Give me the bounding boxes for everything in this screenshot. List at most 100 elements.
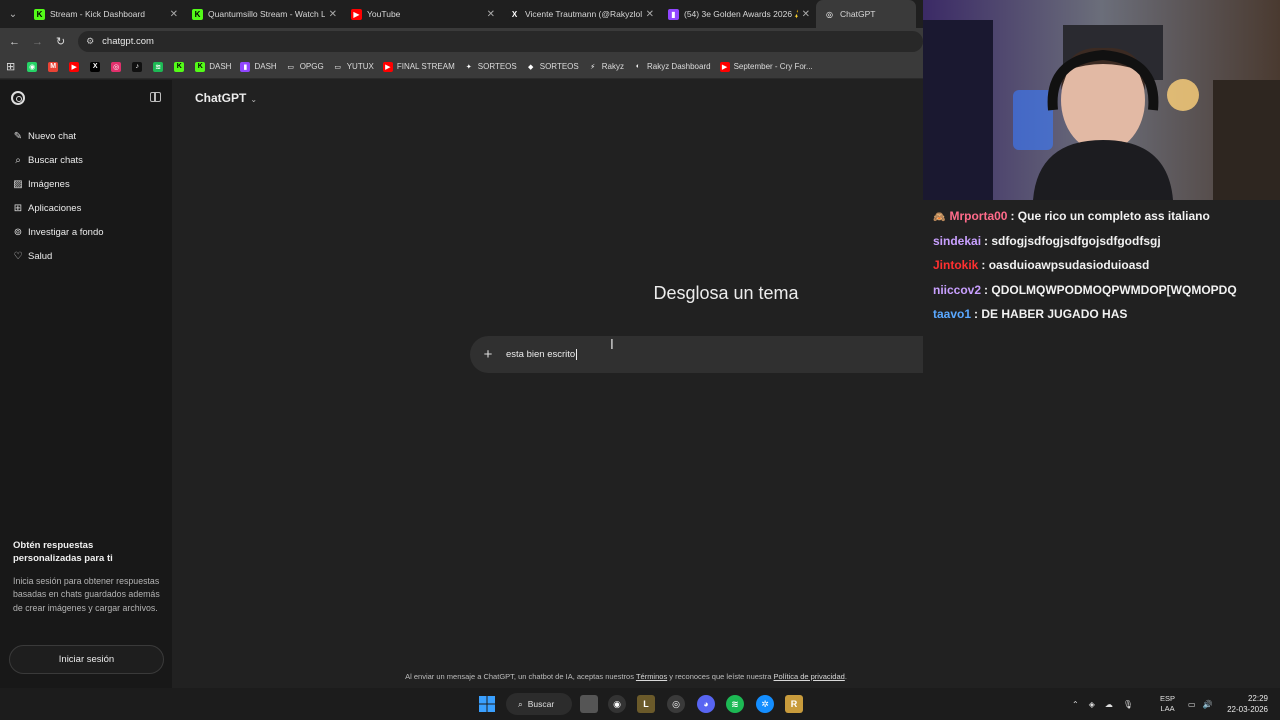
instagram-icon: ◎ (111, 61, 122, 72)
disclaimer-mid: y reconoces que leíste nuestra (667, 672, 774, 681)
browser-tab[interactable]: K Quantumsillo Stream - Watch L ✕ (184, 0, 343, 28)
twitch-icon: ▮ (240, 61, 251, 72)
discord-icon[interactable]: ◕ (697, 695, 715, 713)
reload-icon[interactable]: ↻ (49, 35, 72, 48)
sidebar-item[interactable]: ▨ Imágenes (0, 172, 172, 196)
tab-title: YouTube (367, 9, 401, 19)
close-tab-icon[interactable]: ✕ (170, 9, 178, 20)
network-icon[interactable]: ▭ (1188, 700, 1196, 709)
webcam-overlay (923, 0, 1280, 200)
site-info-icon[interactable]: ⚙ (86, 36, 94, 47)
tray-chevron-up-icon[interactable]: ⌃ (1072, 700, 1079, 709)
spotify-icon[interactable]: ≋ (726, 695, 744, 713)
browser-tab[interactable]: ▶ YouTube ✕ (343, 0, 501, 28)
windows-start-icon[interactable] (478, 695, 496, 713)
league-icon[interactable]: L (637, 695, 655, 713)
bookmark-item[interactable]: ♪ (132, 61, 146, 72)
forward-arrow-icon[interactable]: → (26, 36, 49, 48)
bookmark-item[interactable]: ▭ YUTUX (332, 61, 374, 72)
bookmark-item[interactable]: ◐ Rakyz Dashboard (632, 61, 711, 72)
bookmark-item[interactable]: ≋ (153, 61, 167, 72)
sidebar-toggle-icon[interactable] (150, 92, 161, 102)
model-selector[interactable]: ChatGPT ⌄ (195, 91, 257, 105)
steam-tray-icon[interactable]: ◈ (1089, 700, 1095, 709)
bookmark-item[interactable]: ▶ FINAL STREAM (382, 61, 455, 72)
bookmark-item[interactable]: ◉ (27, 61, 41, 72)
x-icon: X (90, 61, 101, 72)
tab-strip: ⌄ K Stream - Kick Dashboard ✕ K Quantumsillo… (0, 0, 923, 28)
chat-text: : Que rico un completo ass italiano (1010, 209, 1210, 223)
sidebar-item[interactable]: ⌕ Buscar chats (0, 148, 172, 172)
sidebar-item[interactable]: ♡ Salud (0, 244, 172, 268)
task-view-icon[interactable] (580, 695, 598, 713)
tiktok-icon: ♪ (132, 61, 143, 72)
apps-icon: ⊞ (13, 202, 23, 214)
login-button[interactable]: Iniciar sesión (9, 645, 164, 674)
disclaimer: Al enviar un mensaje a ChatGPT, un chatb… (272, 672, 980, 681)
address-bar[interactable]: ⚙ chatgpt.com (78, 31, 923, 52)
close-tab-icon[interactable]: ✕ (329, 9, 337, 20)
image-icon: ▨ (13, 178, 23, 190)
bookmark-item[interactable]: ▶ September - Cry For... (719, 61, 813, 72)
sidebar-item[interactable]: ⊞ Aplicaciones (0, 196, 172, 220)
browser-tab[interactable]: ◎ ChatGPT (816, 0, 916, 28)
bookmark-item[interactable]: ✦ SORTEOS (463, 61, 517, 72)
chatgpt-logo-icon[interactable] (11, 91, 25, 105)
gmail-icon: M (48, 61, 59, 72)
folder-icon: ▭ (332, 61, 343, 72)
mic-tray-icon[interactable]: 🎙 (1123, 700, 1133, 709)
browser-tab[interactable]: X Vicente Trautmann (@Rakyzlol ✕ (501, 0, 660, 28)
bookmark-item[interactable]: K DASH (195, 61, 231, 72)
webcam-image (923, 0, 1280, 200)
back-arrow-icon[interactable]: ← (3, 36, 26, 48)
tab-title: Quantumsillo Stream - Watch L (208, 9, 325, 19)
apps-grid-icon[interactable]: ⊞ (6, 60, 15, 73)
terms-link[interactable]: Términos (636, 672, 667, 681)
bookmark-item[interactable]: ◎ (111, 61, 125, 72)
close-tab-icon[interactable]: ✕ (802, 9, 810, 20)
privacy-link[interactable]: Política de privacidad (774, 672, 845, 681)
bookmark-item[interactable]: ▭ OPGG (285, 61, 324, 72)
bookmark-item[interactable]: ▮ DASH (240, 61, 277, 72)
prompt-input-text: esta bien escrito (506, 349, 576, 360)
bookmark-item[interactable]: K (174, 61, 188, 72)
close-tab-icon[interactable]: ✕ (646, 9, 654, 20)
bookmark-item[interactable]: ◆ SORTEOS (525, 61, 579, 72)
input-language[interactable]: ESP LAA (1160, 694, 1175, 714)
prompt-input[interactable]: esta bien escrito (506, 348, 952, 360)
stream-chat-overlay: 🙈 Mrporta00: Que rico un completo ass ita… (923, 200, 1280, 688)
chat-text: : oasduioawpsudasioduioasd (981, 258, 1150, 272)
chat-text: : DE HABER JUGADO HAS (974, 307, 1128, 321)
battlenet-icon[interactable]: ✲ (756, 695, 774, 713)
taskbar-search[interactable]: ⌕ Buscar (506, 693, 572, 715)
prompt-composer[interactable]: + esta bien escrito ↑ (470, 336, 982, 373)
bookmarks-bar: ⊞ ◉ M ▶ X ◎ ♪ ≋ K K DASH ▮ DASH ▭ OPGG ▭ YUTUX ▶ FINAL ST… (0, 55, 923, 79)
kick-icon: K (34, 8, 45, 20)
sidebar-item[interactable]: ✎ Nuevo chat (0, 124, 172, 148)
kick-icon: K (195, 61, 206, 72)
attach-plus-icon[interactable]: + (470, 346, 506, 363)
bookmark-item[interactable]: M (48, 61, 62, 72)
url-text: chatgpt.com (102, 36, 154, 47)
volume-icon[interactable]: 🔊 (1203, 700, 1213, 709)
telescope-icon: ⊚ (13, 226, 23, 238)
bookmark-item[interactable]: ⚡ Rakyz (587, 61, 624, 72)
browser-tab[interactable]: ▮ (54) 3e Golden Awards 2026 ✨ ✕ (660, 0, 816, 28)
tab-search-chevron-icon[interactable]: ⌄ (0, 0, 26, 28)
diamond-icon: ◆ (525, 61, 536, 72)
cloud-tray-icon[interactable]: ☁ (1105, 700, 1113, 709)
bookmark-item[interactable]: ▶ (69, 61, 83, 72)
sidebar-item[interactable]: ⊚ Investigar a fondo (0, 220, 172, 244)
bookmark-item[interactable]: X (90, 61, 104, 72)
bookmark-label: September - Cry For... (733, 62, 813, 71)
clock[interactable]: 22:29 22-03-2026 (1227, 693, 1268, 715)
obs-icon[interactable]: ◉ (608, 695, 626, 713)
close-tab-icon[interactable]: ✕ (487, 9, 495, 20)
search-icon: ⌕ (518, 698, 523, 709)
chrome-icon[interactable]: ◎ (667, 695, 685, 713)
riot-icon[interactable]: R (785, 695, 803, 713)
browser-tab[interactable]: K Stream - Kick Dashboard ✕ (26, 0, 184, 28)
system-tray: ⌃ ◈ ☁ 🎙 (1072, 688, 1133, 720)
tab-title: (54) 3e Golden Awards 2026 ✨ (684, 8, 798, 19)
clock-time: 22:29 (1247, 694, 1268, 703)
